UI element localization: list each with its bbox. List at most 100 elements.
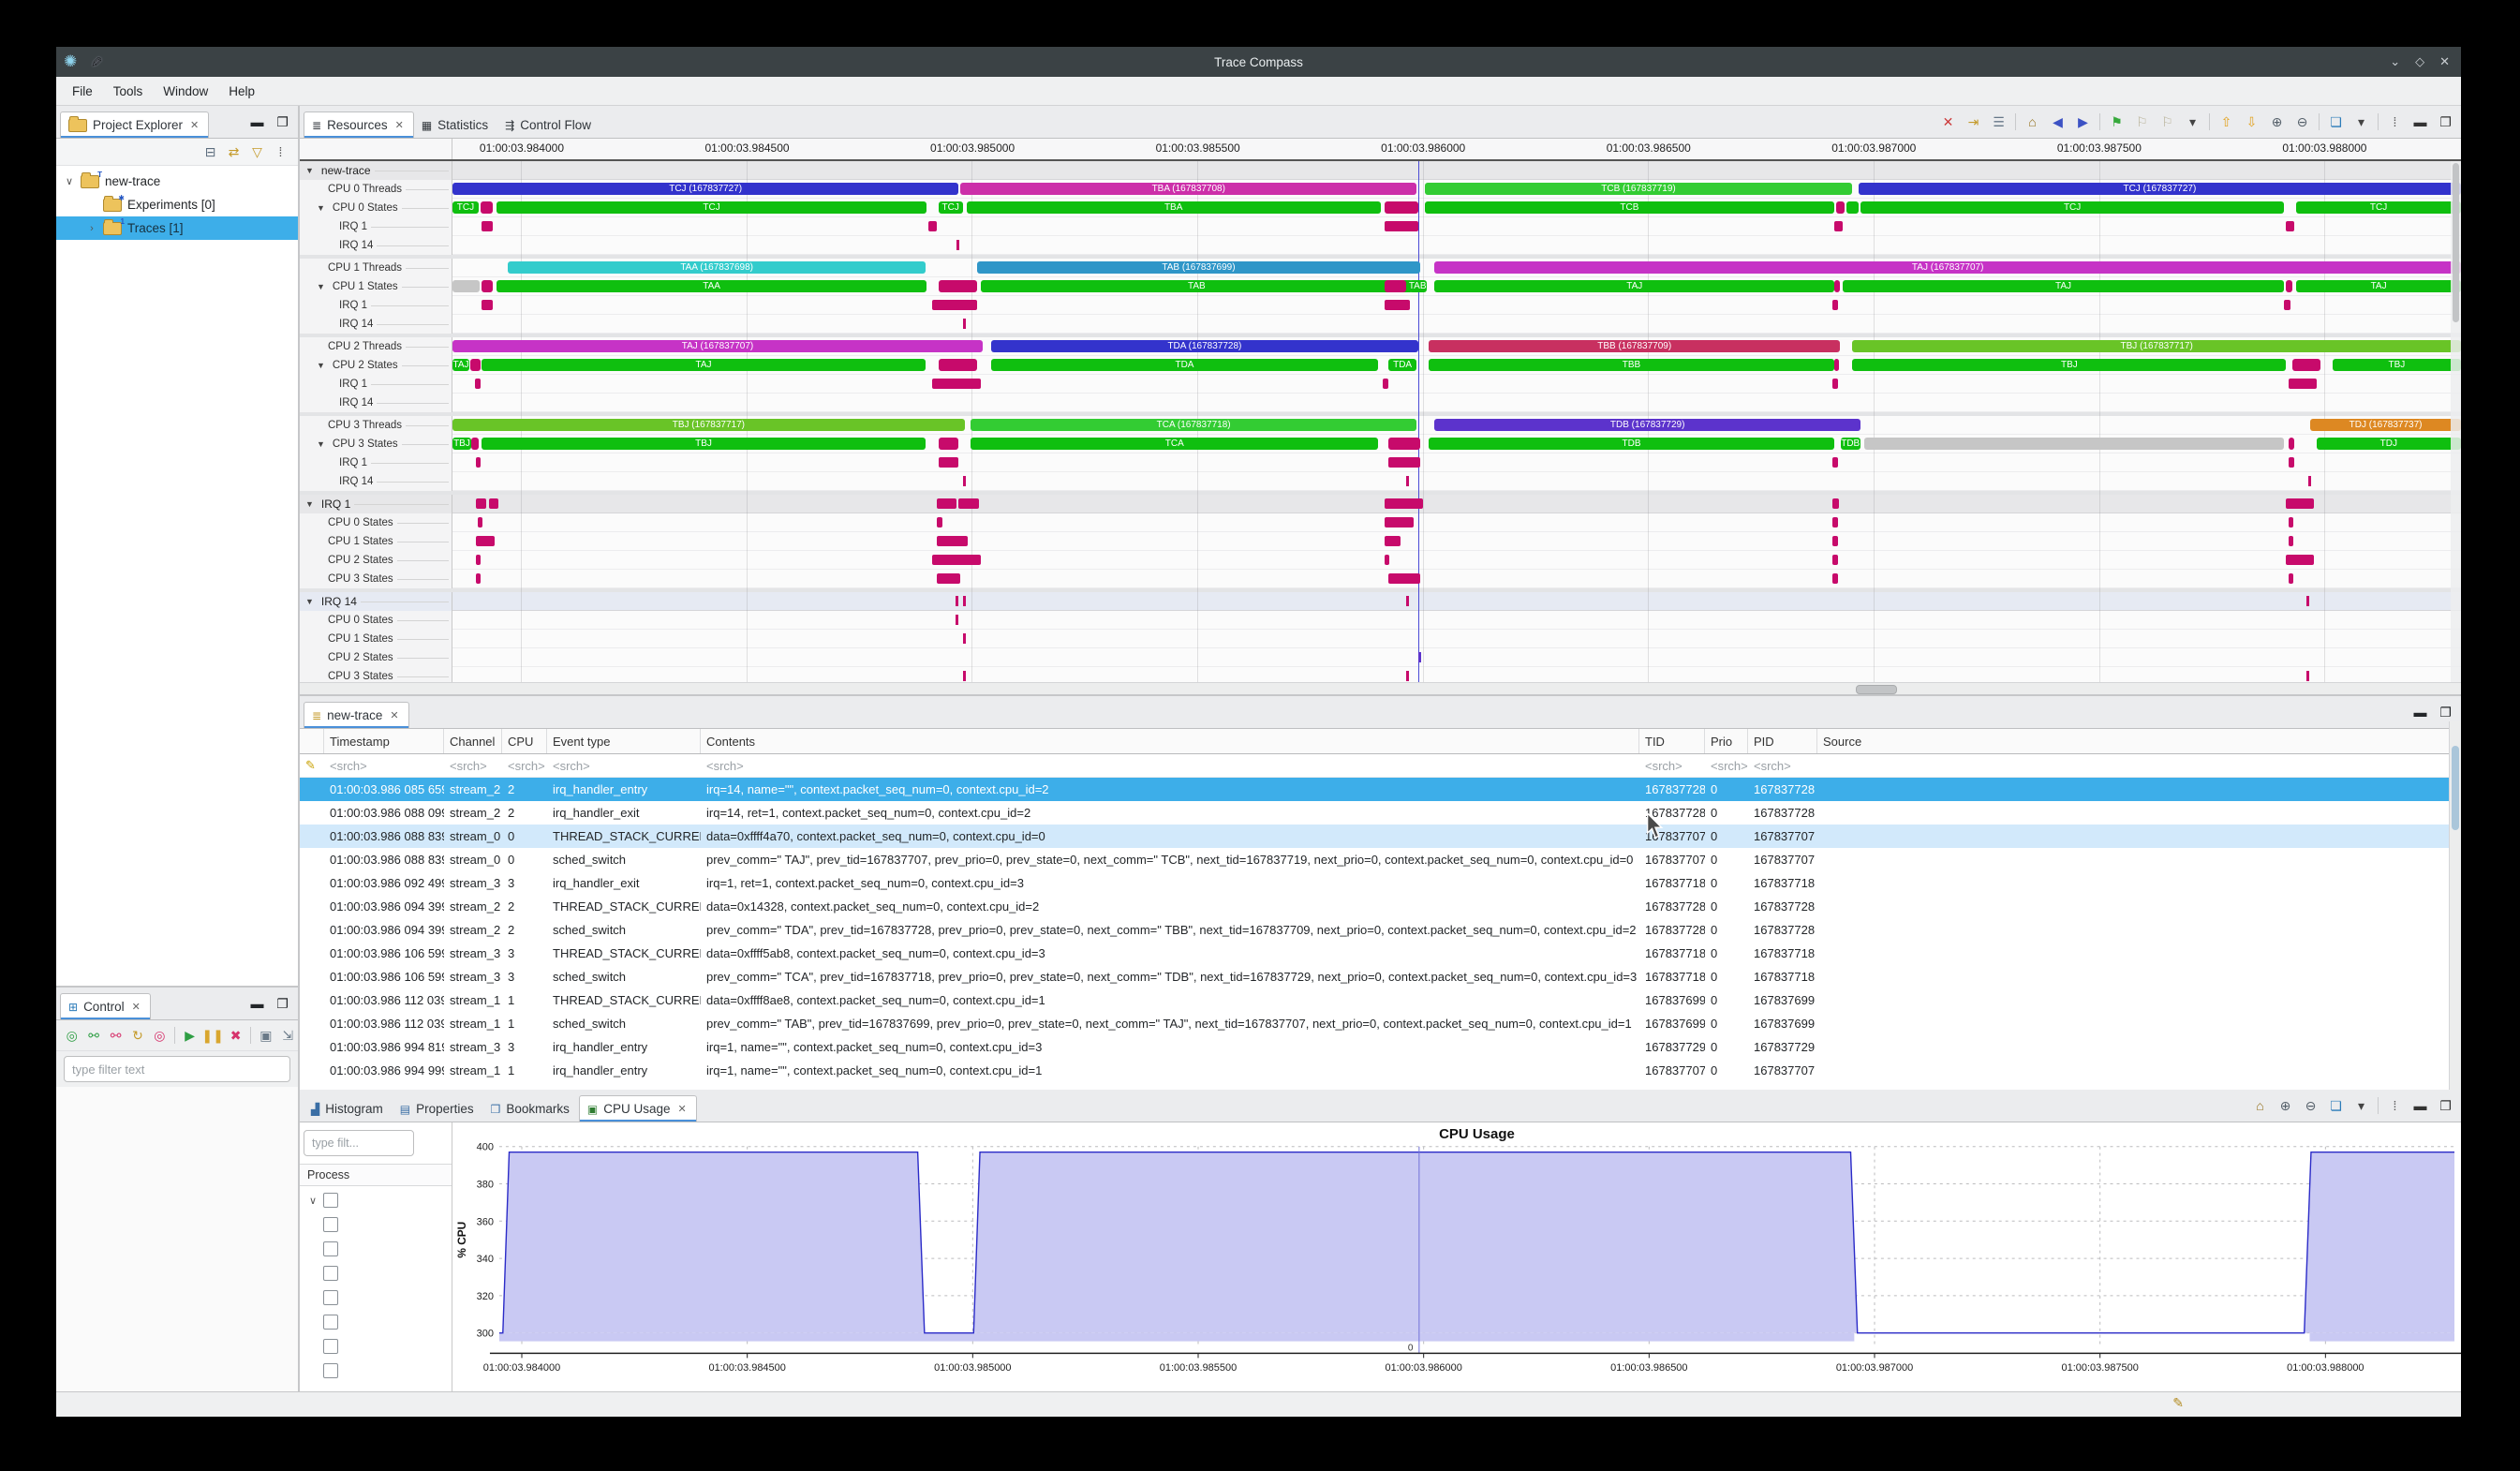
control-filter-input[interactable]: type filter text: [64, 1056, 290, 1082]
column-header-cpu[interactable]: CPU: [502, 729, 547, 753]
menu-help[interactable]: Help: [218, 81, 265, 102]
chart-dropdown-icon[interactable]: ▾: [2350, 1095, 2373, 1116]
zoom-out-icon[interactable]: ⊖: [2290, 111, 2314, 132]
timeline-row-track[interactable]: [452, 495, 2461, 513]
timeline-row-track[interactable]: TAATABTABTAJTAJTAJ: [452, 277, 2461, 296]
state-segment[interactable]: TAJ (167837707): [452, 340, 983, 352]
filter-input-pid[interactable]: <srch>: [1748, 759, 1817, 773]
filter-input-timestamp[interactable]: <srch>: [324, 759, 444, 773]
event-row[interactable]: 01:00:03.986 088 839stream_00THREAD_STAC…: [300, 825, 2461, 848]
state-segment[interactable]: TBJ (167837717): [1852, 340, 2461, 352]
state-segment[interactable]: TDA: [991, 359, 1379, 371]
process-checkbox[interactable]: [323, 1193, 338, 1208]
timeline-row-track[interactable]: [452, 570, 2461, 588]
process-checkbox[interactable]: [323, 1363, 338, 1378]
state-segment[interactable]: TCJ (167837727): [1859, 183, 2461, 195]
process-expand-icon[interactable]: ∨: [307, 1195, 319, 1207]
event-row[interactable]: 01:00:03.986 106 599stream_33sched_switc…: [300, 965, 2461, 988]
state-segment[interactable]: TCJ: [452, 201, 479, 214]
timeline-row-track[interactable]: [452, 648, 2461, 667]
timeline-row-irq-1[interactable]: IRQ 1: [300, 375, 2461, 394]
process-row[interactable]: [300, 1285, 452, 1310]
timeline-row-irq-14[interactable]: IRQ 14: [300, 315, 2461, 334]
events-vertical-scrollbar[interactable]: [2449, 721, 2461, 1090]
restore-window-icon[interactable]: ◇: [2415, 54, 2424, 69]
tree-expand-icon[interactable]: ∨: [64, 175, 75, 187]
column-header-source[interactable]: Source: [1817, 729, 2461, 753]
process-row[interactable]: ∨: [300, 1188, 452, 1212]
new-chart-icon[interactable]: ❏: [2324, 1095, 2348, 1116]
collapse-arrow-icon[interactable]: ▼: [305, 499, 318, 509]
tab-properties[interactable]: ▤Properties: [393, 1096, 483, 1122]
timeline-row-cpu-0-states[interactable]: ▼CPU 0 StatesTCJTCJTCJTBATCBTCJTCJ: [300, 199, 2461, 217]
state-segment[interactable]: TBB (167837709): [1429, 340, 1841, 352]
markers-dropdown-icon[interactable]: ▾: [2181, 111, 2204, 132]
filter-input-tid[interactable]: <srch>: [1639, 759, 1705, 773]
state-segment[interactable]: TAJ: [2296, 280, 2461, 292]
state-segment[interactable]: [939, 280, 977, 292]
timeline-row-cpu-3-states[interactable]: CPU 3 States: [300, 570, 2461, 588]
state-segment[interactable]: [1385, 201, 1418, 214]
timeline-row-track[interactable]: TAJTAJTDATDATBBTBJTBJ: [452, 356, 2461, 375]
zoom-in-icon[interactable]: ⊕: [2265, 111, 2289, 132]
timeline-row-track[interactable]: [452, 513, 2461, 532]
start-trace-icon[interactable]: ▶: [180, 1025, 200, 1046]
tree-item-new-trace[interactable]: ∨Tnew-trace: [56, 170, 298, 193]
timeline-row-cpu-2-states[interactable]: CPU 2 States: [300, 648, 2461, 667]
column-header-channel[interactable]: Channel: [444, 729, 502, 753]
state-segment[interactable]: TCJ: [1860, 201, 2284, 214]
state-segment[interactable]: [939, 359, 977, 371]
filter-input-channel[interactable]: <srch>: [444, 759, 502, 773]
previous-event-icon[interactable]: ◀: [2046, 111, 2069, 132]
timeline-row-cpu-1-states[interactable]: ▼CPU 1 StatesTAATABTABTAJTAJTAJ: [300, 277, 2461, 296]
state-segment[interactable]: TBA (167837708): [960, 183, 1416, 195]
home-icon[interactable]: ⌂: [2021, 111, 2044, 132]
state-segment[interactable]: TBJ (167837717): [452, 419, 965, 431]
timeline-row-irq-14[interactable]: IRQ 14: [300, 394, 2461, 412]
collapse-arrow-icon[interactable]: ▼: [317, 203, 329, 213]
column-header-prio[interactable]: Prio: [1705, 729, 1748, 753]
state-segment[interactable]: TCB (167837719): [1425, 183, 1853, 195]
minimize-icon[interactable]: ▬: [2409, 111, 2432, 132]
timeline-row-track[interactable]: TBJTBJTCATDBTDBTDJ: [452, 435, 2461, 453]
tab-new-trace[interactable]: ≣ new-trace ✕: [304, 702, 409, 728]
process-row[interactable]: [300, 1359, 452, 1383]
event-row[interactable]: 01:00:03.986 094 399stream_22sched_switc…: [300, 918, 2461, 942]
minimize-icon[interactable]: ▬: [245, 993, 269, 1014]
timeline-time-axis[interactable]: 01:00:03.98400001:00:03.98450001:00:03.9…: [452, 139, 2461, 159]
state-segment[interactable]: TAA (167837698): [508, 261, 926, 274]
column-header-contents[interactable]: Contents: [701, 729, 1639, 753]
menu-file[interactable]: File: [62, 81, 103, 102]
process-filter-input[interactable]: type filt...: [304, 1130, 414, 1156]
maximize-icon[interactable]: ❐: [271, 993, 294, 1014]
timeline-row-irq-14[interactable]: ▼IRQ 14: [300, 588, 2461, 611]
view-menu-icon[interactable]: ⁞: [2383, 1095, 2407, 1116]
process-column-header[interactable]: Process: [300, 1164, 452, 1186]
timeline-row-track[interactable]: [452, 394, 2461, 412]
state-segment[interactable]: TAJ: [482, 359, 926, 371]
state-segment[interactable]: TAB (167837699): [977, 261, 1421, 274]
collapse-arrow-icon[interactable]: ▼: [317, 282, 329, 291]
tab-resources[interactable]: ≣Resources✕: [304, 111, 414, 138]
column-header-tid[interactable]: TID: [1639, 729, 1705, 753]
maximize-icon[interactable]: ❐: [2434, 1095, 2457, 1116]
state-segment[interactable]: TAJ (167837707): [1434, 261, 2461, 274]
state-segment[interactable]: TCJ (167837727): [452, 183, 958, 195]
state-segment[interactable]: TDB: [1841, 438, 1860, 450]
link-with-editor-icon[interactable]: ⇄: [222, 141, 245, 162]
close-icon[interactable]: ✕: [190, 119, 199, 131]
event-row[interactable]: 01:00:03.986 092 499stream_33irq_handler…: [300, 871, 2461, 895]
state-segment[interactable]: [1846, 201, 1859, 214]
state-segment[interactable]: TDB: [1429, 438, 1834, 450]
state-segment[interactable]: TBJ: [482, 438, 926, 450]
timeline-row-track[interactable]: [452, 453, 2461, 472]
timeline-row-track[interactable]: [452, 217, 2461, 236]
filter-input-prio[interactable]: <srch>: [1705, 759, 1748, 773]
tab-statistics[interactable]: ▦Statistics: [414, 112, 497, 138]
state-segment[interactable]: [2292, 359, 2320, 371]
state-segment[interactable]: [1385, 280, 1407, 292]
state-segment[interactable]: TBJ: [2333, 359, 2461, 371]
timeline-row-cpu-0-threads[interactable]: CPU 0 ThreadsTCJ (167837727)TBA (1678377…: [300, 180, 2461, 199]
next-marker-icon[interactable]: ⚐: [2156, 111, 2179, 132]
timeline-row-cpu-3-threads[interactable]: CPU 3 ThreadsTBJ (167837717)TCA (1678377…: [300, 412, 2461, 435]
